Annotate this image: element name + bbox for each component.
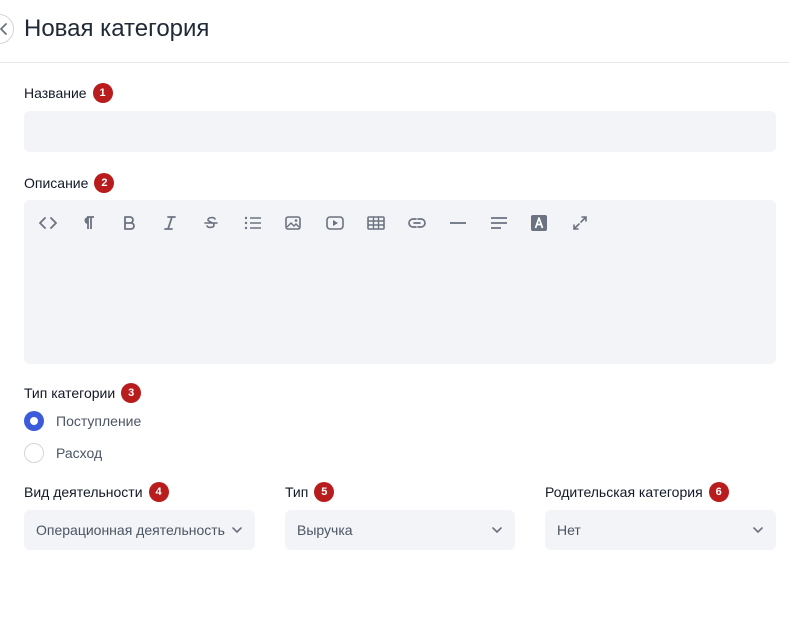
code-view-icon bbox=[39, 217, 57, 229]
text-color-icon bbox=[531, 215, 547, 231]
name-input[interactable] bbox=[24, 111, 776, 152]
name-badge: 1 bbox=[92, 83, 113, 103]
activity-badge: 4 bbox=[148, 482, 169, 502]
chevron-down-icon bbox=[753, 527, 763, 534]
parent-select-value: Нет bbox=[557, 522, 581, 538]
italic-button[interactable] bbox=[159, 212, 200, 234]
bold-button[interactable] bbox=[118, 212, 159, 234]
paragraph-button[interactable] bbox=[77, 212, 118, 234]
back-button[interactable] bbox=[0, 14, 14, 44]
type-label-text: Тип bbox=[285, 484, 309, 500]
type-label: Тип 5 bbox=[285, 482, 335, 502]
radio-expense-control[interactable] bbox=[24, 443, 44, 463]
code-view-button[interactable] bbox=[36, 212, 77, 234]
table-button[interactable] bbox=[364, 212, 405, 234]
name-label: Название 1 bbox=[24, 83, 113, 103]
description-label-text: Описание bbox=[24, 175, 89, 191]
type-select[interactable]: Выручка bbox=[285, 510, 515, 550]
list-icon bbox=[244, 216, 261, 230]
strikethrough-icon bbox=[204, 216, 218, 229]
editor-toolbar bbox=[36, 212, 610, 234]
horizontal-rule-button[interactable] bbox=[446, 212, 487, 234]
activity-label-text: Вид деятельности bbox=[24, 484, 143, 500]
parent-label: Родительская категория 6 bbox=[545, 482, 729, 502]
category-type-label-text: Тип категории bbox=[24, 385, 116, 401]
radio-income-label: Поступление bbox=[56, 413, 142, 429]
description-label: Описание 2 bbox=[24, 173, 115, 193]
video-button[interactable] bbox=[323, 212, 364, 234]
list-button[interactable] bbox=[241, 212, 282, 234]
video-icon bbox=[326, 216, 344, 230]
italic-icon bbox=[164, 216, 176, 230]
fullscreen-icon bbox=[573, 216, 587, 230]
image-icon bbox=[285, 216, 301, 230]
parent-badge: 6 bbox=[708, 482, 729, 502]
bold-icon bbox=[124, 216, 135, 230]
strikethrough-button[interactable] bbox=[200, 212, 241, 234]
page-header: Новая категория bbox=[0, 0, 789, 63]
image-button[interactable] bbox=[282, 212, 323, 234]
link-icon bbox=[408, 218, 426, 228]
radio-income-control[interactable] bbox=[24, 411, 44, 431]
fullscreen-button[interactable] bbox=[569, 212, 610, 234]
link-button[interactable] bbox=[405, 212, 446, 234]
paragraph-icon bbox=[84, 216, 94, 229]
activity-select[interactable]: Операционная деятельность bbox=[24, 510, 255, 550]
radio-income[interactable]: Поступление bbox=[24, 411, 141, 431]
table-icon bbox=[367, 216, 385, 230]
parent-select[interactable]: Нет bbox=[545, 510, 776, 550]
chevron-down-icon bbox=[492, 527, 502, 534]
align-icon bbox=[491, 217, 507, 229]
type-badge: 5 bbox=[314, 482, 335, 502]
radio-expense[interactable]: Расход bbox=[24, 443, 102, 463]
page-title: Новая категория bbox=[24, 15, 210, 42]
text-color-button[interactable] bbox=[528, 212, 569, 234]
align-button[interactable] bbox=[487, 212, 528, 234]
chevron-left-icon bbox=[0, 23, 7, 35]
type-select-value: Выручка bbox=[297, 522, 353, 538]
description-badge: 2 bbox=[94, 173, 115, 193]
horizontal-rule-icon bbox=[450, 222, 466, 224]
radio-expense-label: Расход bbox=[56, 445, 103, 461]
parent-label-text: Родительская категория bbox=[545, 484, 703, 500]
description-editor[interactable] bbox=[24, 200, 776, 364]
category-type-label: Тип категории 3 bbox=[24, 383, 142, 403]
name-label-text: Название bbox=[24, 85, 87, 101]
activity-select-value: Операционная деятельность bbox=[36, 522, 225, 538]
category-type-badge: 3 bbox=[121, 383, 142, 403]
activity-label: Вид деятельности 4 bbox=[24, 482, 169, 502]
chevron-down-icon bbox=[232, 527, 242, 534]
